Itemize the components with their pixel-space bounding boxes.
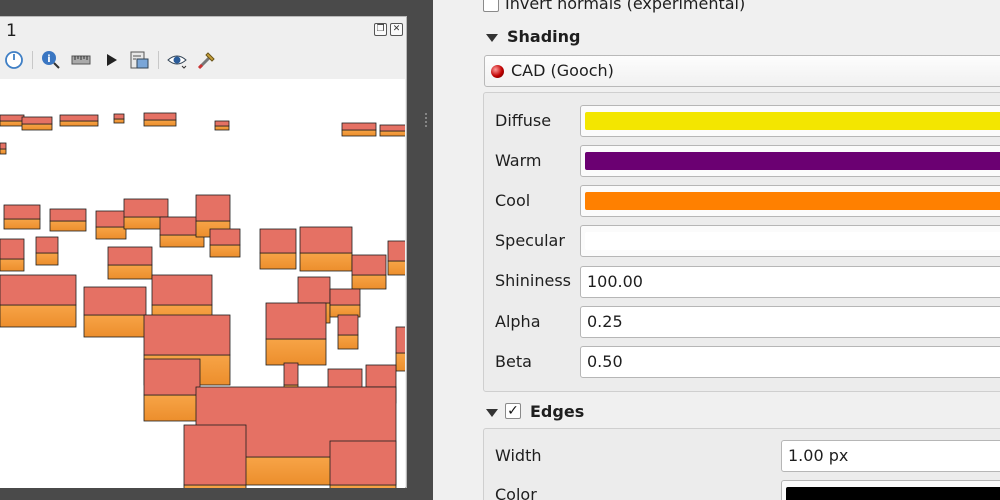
beta-label: Beta bbox=[495, 352, 532, 371]
edge-color-button[interactable] bbox=[781, 480, 1000, 500]
shading-technique-value: CAD (Gooch) bbox=[511, 61, 614, 80]
warm-label: Warm bbox=[495, 151, 542, 170]
material-sphere-icon bbox=[491, 65, 504, 78]
cool-color-swatch bbox=[585, 192, 1000, 210]
edge-color-swatch bbox=[786, 487, 1000, 500]
3d-map-view-panel: 1 ❐ ✕ i bbox=[0, 16, 407, 488]
close-icon[interactable]: ✕ bbox=[390, 23, 403, 36]
shininess-label: Shininess bbox=[495, 271, 571, 290]
cool-color-button[interactable] bbox=[580, 185, 1000, 217]
measure-line-icon[interactable] bbox=[70, 49, 92, 71]
invert-normals-label: Invert normals (experimental) bbox=[505, 0, 746, 13]
edge-width-spinbox[interactable]: 1.00 px bbox=[781, 440, 1000, 472]
symbol-settings-panel: Invert normals (experimental) Shading CA… bbox=[433, 0, 1000, 500]
shading-section-title: Shading bbox=[507, 27, 581, 46]
map-view-toolbar: i bbox=[0, 47, 405, 75]
diffuse-label: Diffuse bbox=[495, 111, 552, 130]
3d-buildings-scene[interactable] bbox=[0, 79, 405, 488]
edges-section-title: Edges bbox=[530, 402, 585, 421]
diffuse-color-button[interactable] bbox=[580, 105, 1000, 137]
play-animation-icon[interactable] bbox=[100, 49, 122, 71]
cool-label: Cool bbox=[495, 191, 531, 210]
specular-color-button[interactable] bbox=[580, 225, 1000, 257]
beta-spinbox[interactable]: 0.50 bbox=[580, 346, 1000, 378]
identify-icon[interactable]: i bbox=[40, 49, 62, 71]
collapse-shading-icon[interactable] bbox=[486, 34, 498, 42]
configure-icon[interactable] bbox=[196, 49, 218, 71]
edge-width-label: Width bbox=[495, 446, 542, 465]
camera-reset-icon[interactable] bbox=[3, 49, 25, 71]
svg-text:i: i bbox=[47, 54, 50, 65]
warm-color-swatch bbox=[585, 152, 1000, 170]
diffuse-color-swatch bbox=[585, 112, 1000, 130]
splitter-handle[interactable] bbox=[423, 112, 429, 128]
alpha-spinbox[interactable]: 0.25 bbox=[580, 306, 1000, 338]
shading-technique-select[interactable]: CAD (Gooch) bbox=[484, 55, 1000, 87]
invert-normals-checkbox[interactable] bbox=[483, 0, 499, 12]
export-scene-icon[interactable] bbox=[128, 49, 150, 71]
edges-checkbox[interactable]: ✓ bbox=[505, 403, 521, 419]
specular-color-swatch bbox=[585, 232, 1000, 250]
view-options-icon[interactable] bbox=[166, 49, 188, 71]
specular-label: Specular bbox=[495, 231, 565, 250]
float-window-icon[interactable]: ❐ bbox=[374, 23, 387, 36]
collapse-edges-icon[interactable] bbox=[486, 409, 498, 417]
view-title: 1 bbox=[6, 21, 17, 41]
shininess-spinbox[interactable]: 100.00 bbox=[580, 266, 1000, 298]
warm-color-button[interactable] bbox=[580, 145, 1000, 177]
edge-color-label: Color bbox=[495, 485, 537, 500]
alpha-label: Alpha bbox=[495, 312, 541, 331]
